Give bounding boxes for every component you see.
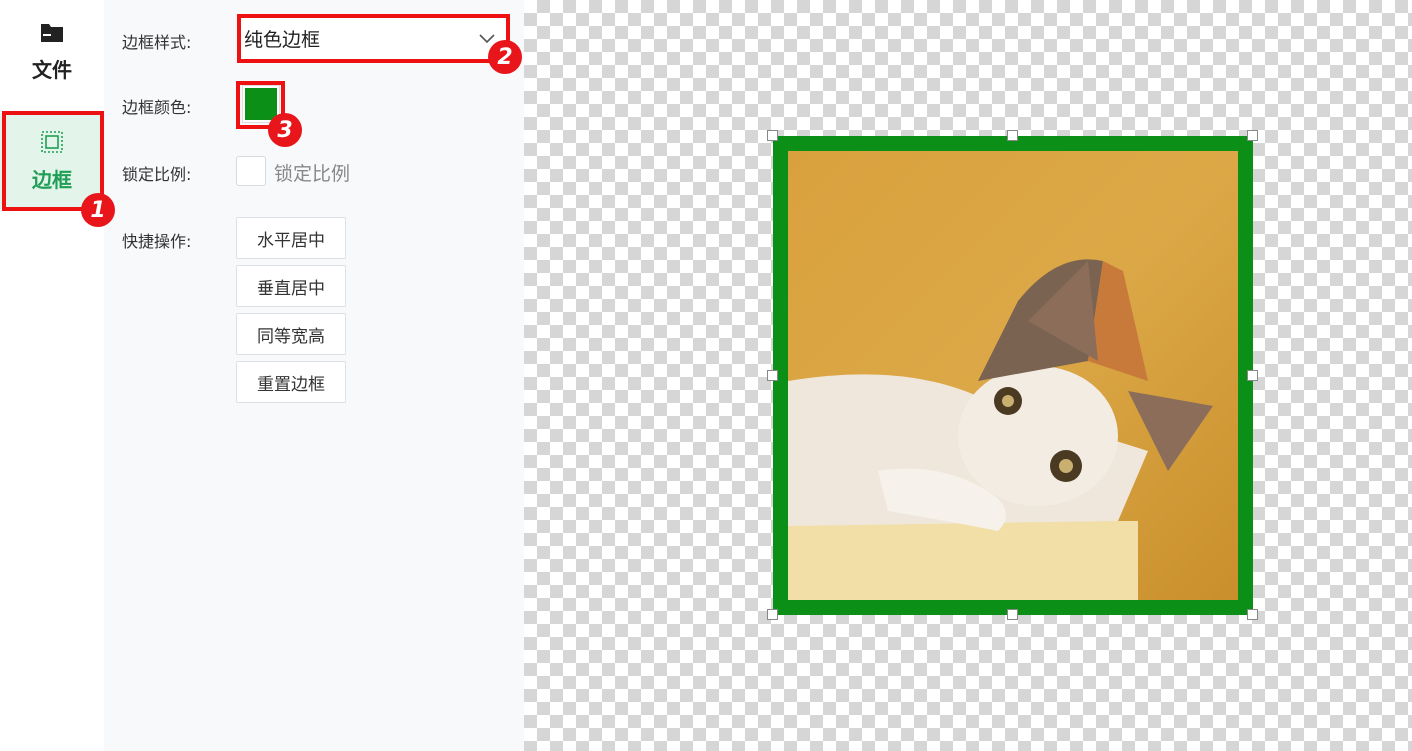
- border-settings-panel: 边框样式: 纯色边框 边框颜色: 锁定比例: 锁定比例 快捷操作: 水平居中 垂…: [104, 0, 524, 751]
- border-style-label: 边框样式:: [122, 33, 192, 52]
- border-color-label: 边框颜色:: [122, 98, 192, 117]
- resize-handle-bottom-left[interactable]: [767, 609, 778, 620]
- quick-actions-label: 快捷操作:: [122, 232, 192, 251]
- border-frame-icon: [40, 130, 64, 158]
- lock-ratio-label: 锁定比例:: [122, 165, 192, 184]
- lock-ratio-checkbox[interactable]: [236, 156, 266, 186]
- nav-file-label: 文件: [32, 58, 72, 82]
- annotation-badge-3: 3: [268, 113, 302, 147]
- resize-handle-left[interactable]: [767, 370, 778, 381]
- equal-size-button[interactable]: 同等宽高: [236, 313, 346, 355]
- reset-border-button[interactable]: 重置边框: [236, 361, 346, 403]
- left-nav: 文件 边框: [0, 0, 104, 751]
- resize-handle-top[interactable]: [1007, 130, 1018, 141]
- border-style-select[interactable]: 纯色边框: [240, 16, 510, 60]
- annotation-badge-1: 1: [81, 193, 115, 227]
- cat-photo: [788, 151, 1238, 600]
- resize-handle-top-right[interactable]: [1247, 130, 1258, 141]
- transparent-canvas[interactable]: [524, 0, 1412, 751]
- nav-border-label: 边框: [32, 167, 72, 192]
- border-style-value: 纯色边框: [244, 28, 321, 51]
- resize-handle-bottom[interactable]: [1007, 609, 1018, 620]
- bordered-image[interactable]: [773, 136, 1253, 615]
- lock-ratio-text[interactable]: 锁定比例: [274, 159, 350, 186]
- folder-icon: [40, 22, 64, 48]
- resize-handle-top-left[interactable]: [767, 130, 778, 141]
- center-horizontal-button[interactable]: 水平居中: [236, 217, 346, 259]
- annotation-badge-2: 2: [488, 40, 522, 74]
- resize-handle-right[interactable]: [1247, 370, 1258, 381]
- resize-handle-bottom-right[interactable]: [1247, 609, 1258, 620]
- nav-item-file[interactable]: 文件: [0, 22, 104, 92]
- center-vertical-button[interactable]: 垂直居中: [236, 265, 346, 307]
